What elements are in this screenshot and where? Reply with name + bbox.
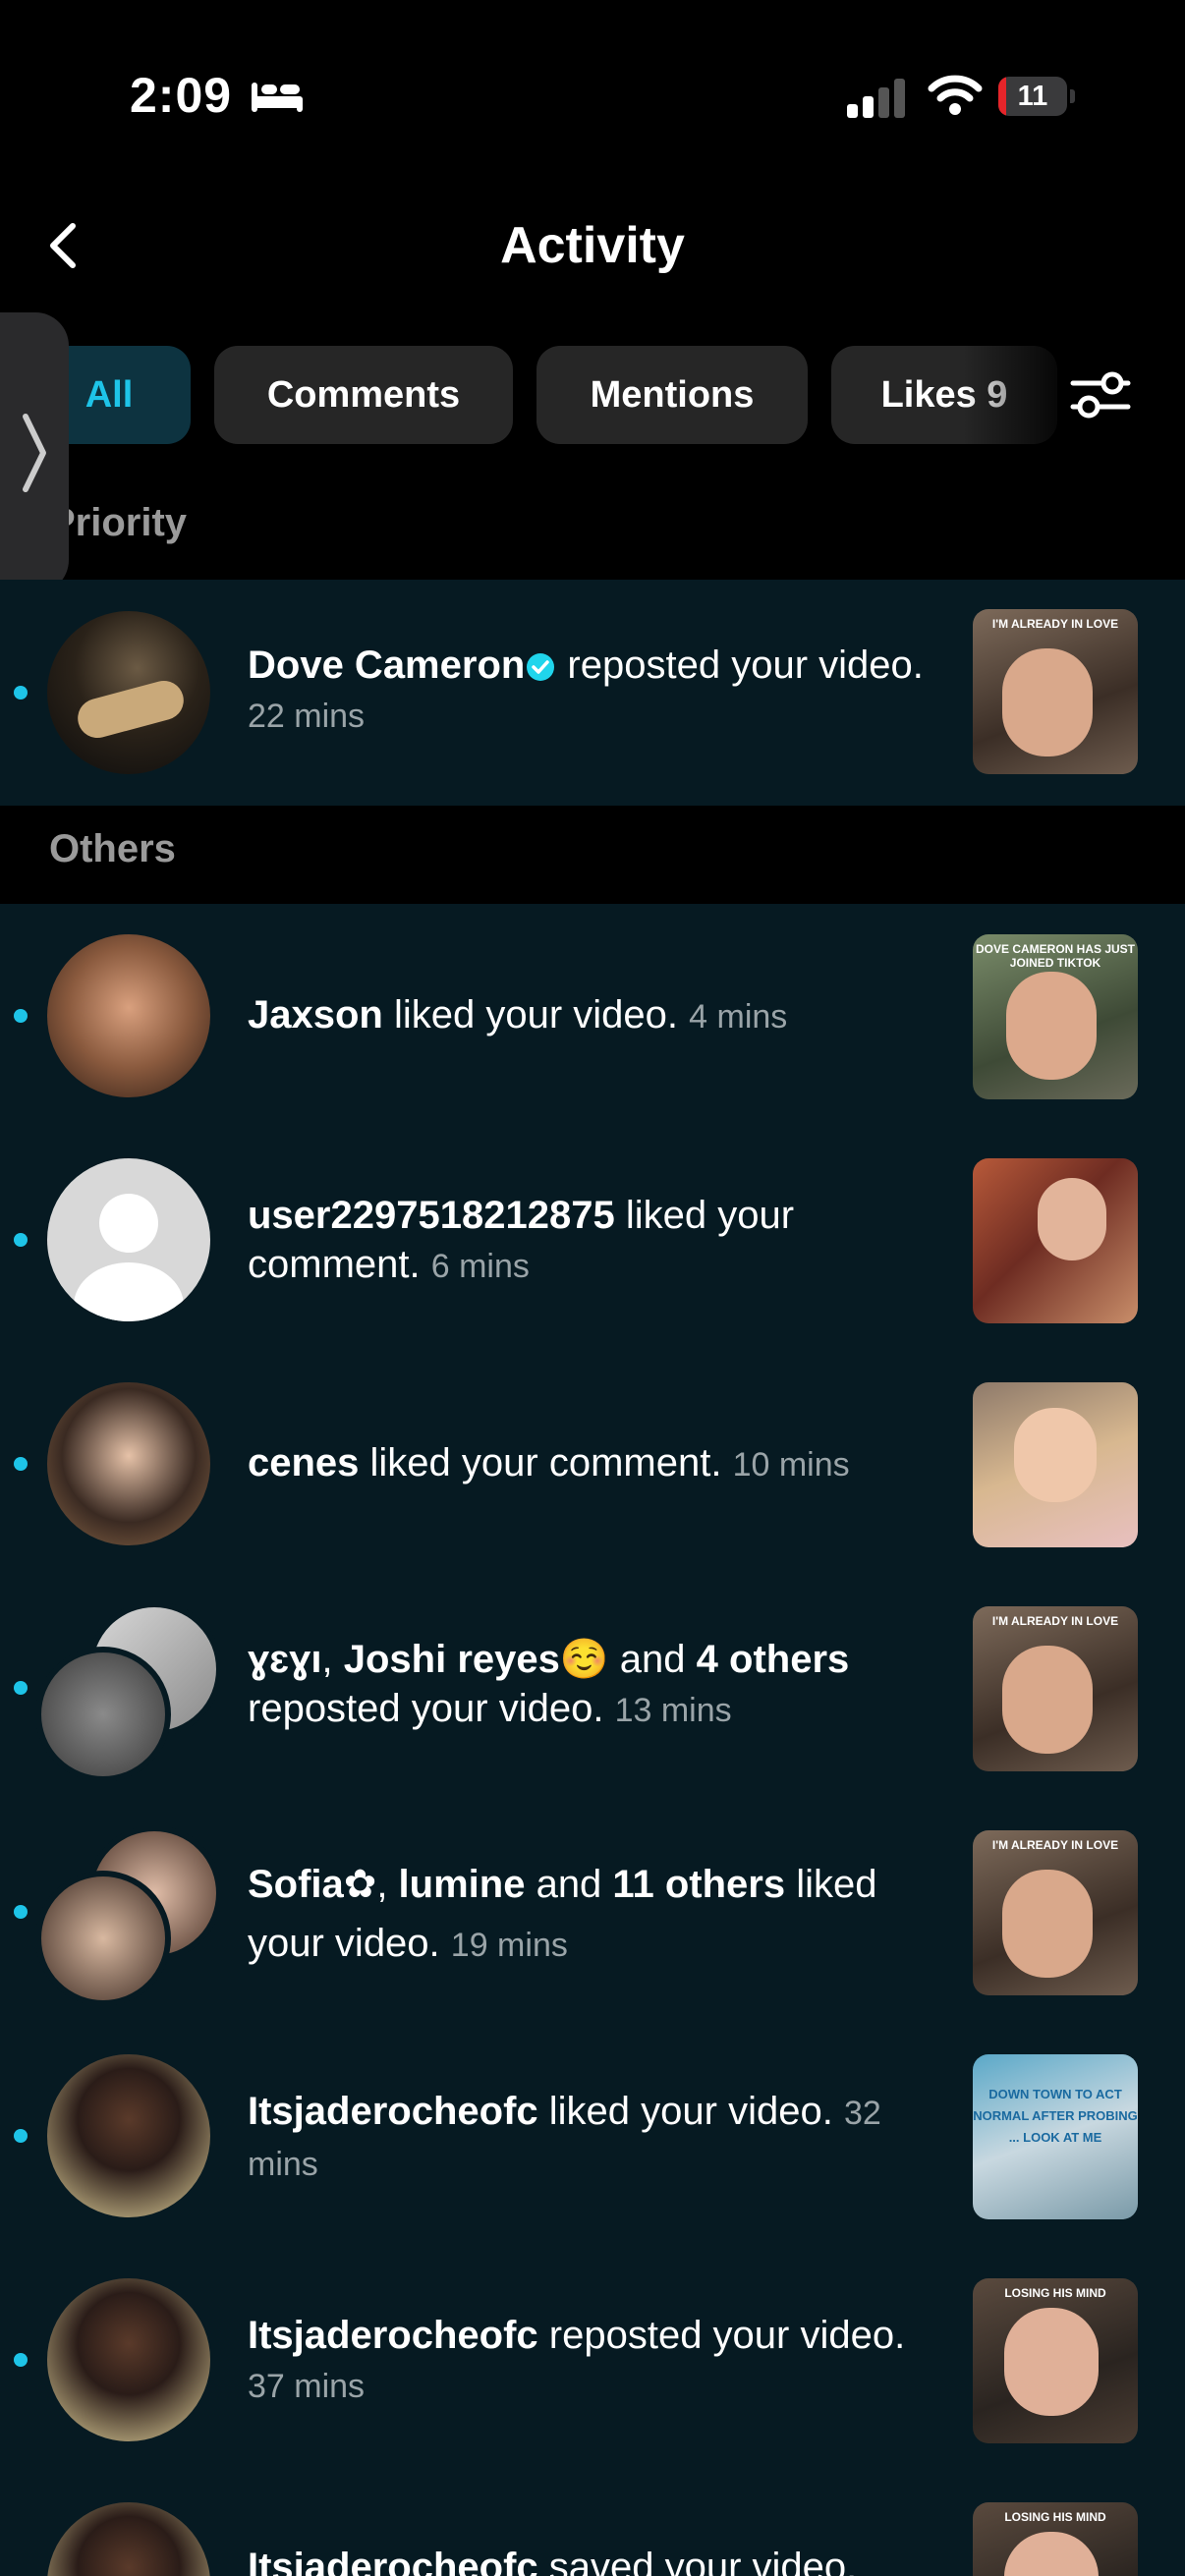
time-ago: 19 mins <box>450 1927 568 1964</box>
bed-icon <box>252 83 303 112</box>
time-ago: 22 mins <box>248 698 366 735</box>
avatar[interactable] <box>47 2278 210 2441</box>
battery-percent: 11 <box>1017 81 1048 112</box>
avatar[interactable] <box>47 611 210 774</box>
unread-dot <box>14 1009 28 1023</box>
avatar[interactable] <box>47 2502 210 2576</box>
video-thumbnail[interactable] <box>973 1382 1138 1547</box>
video-thumbnail[interactable]: I'M ALREADY IN LOVE <box>973 609 1138 774</box>
username-link[interactable]: Itsjaderocheofc <box>248 2314 538 2357</box>
notification-row[interactable]: Dove Cameron reposted your video. 22 min… <box>0 580 1185 806</box>
notification-row[interactable]: Jaxson liked your video. 4 mins DOVE CAM… <box>0 904 1185 1128</box>
others-link[interactable]: 4 others <box>697 1638 850 1681</box>
wifi-icon <box>928 75 983 115</box>
video-thumbnail[interactable] <box>973 1158 1138 1323</box>
username-link[interactable]: Sofia✿ <box>248 1863 376 1906</box>
username-link[interactable]: Joshi reyes☺️ <box>344 1638 609 1681</box>
username-link[interactable]: Jaxson <box>248 993 383 1036</box>
username-link[interactable]: Itsjaderocheofc <box>248 2546 538 2576</box>
filter-tabs: All Comments Mentions Likes 9 <box>0 346 1185 444</box>
avatar[interactable] <box>47 1158 210 1321</box>
notification-row[interactable]: Itsjaderocheofc saved your video. LOSING… <box>0 2472 1185 2576</box>
username-link[interactable]: ɣɛɣı <box>248 1638 322 1681</box>
section-header-priority: Priority <box>49 501 188 544</box>
time-ago: 37 mins <box>248 2368 366 2405</box>
notification-row[interactable]: ɣɛɣı, Joshi reyes☺️ and 4 others reposte… <box>0 1576 1185 1800</box>
unread-dot <box>14 686 28 700</box>
notification-row[interactable]: Itsjaderocheofc liked your video. 32 min… <box>0 2024 1185 2248</box>
battery-indicator: 11 <box>998 77 1075 116</box>
side-drawer-handle[interactable] <box>0 312 69 593</box>
unread-dot <box>14 1681 28 1695</box>
notification-row[interactable]: Sofia✿, lumine and 11 others liked your … <box>0 1800 1185 2024</box>
time-ago: 6 mins <box>430 1248 530 1285</box>
video-thumbnail[interactable]: LOSING HIS MIND <box>973 2502 1138 2576</box>
status-bar: 2:09 11 <box>0 0 1185 187</box>
notification-text: Sofia✿, lumine and 11 others liked your … <box>248 1863 877 1965</box>
avatar[interactable] <box>47 934 210 1097</box>
avatar[interactable] <box>35 1871 171 2006</box>
default-avatar-icon <box>74 1194 184 1321</box>
tab-comments[interactable]: Comments <box>214 346 513 444</box>
time-ago: 13 mins <box>614 1692 732 1729</box>
notification-text: ɣɛɣı, Joshi reyes☺️ and 4 others reposte… <box>248 1638 850 1730</box>
username-link[interactable]: user2297518212875 <box>248 1194 615 1237</box>
time-ago: 4 mins <box>689 998 788 1036</box>
username-link[interactable]: Itsjaderocheofc <box>248 2090 538 2133</box>
username-link[interactable]: Dove Cameron <box>248 644 525 687</box>
notification-text: Itsjaderocheofc saved your video. <box>248 2543 935 2576</box>
page-title: Activity <box>500 217 685 274</box>
avatar[interactable] <box>47 2054 210 2217</box>
unread-dot <box>14 2129 28 2143</box>
username-link[interactable]: lumine <box>399 1863 526 1906</box>
video-thumbnail[interactable]: DOVE CAMERON HAS JUST JOINED TIKTOK <box>973 934 1138 1099</box>
nav-header: Activity <box>0 187 1185 314</box>
chevron-right-icon <box>23 414 46 492</box>
notification-row[interactable]: Itsjaderocheofc reposted your video. 37 … <box>0 2248 1185 2472</box>
notification-text: Jaxson liked your video. 4 mins <box>248 993 788 1036</box>
notification-row[interactable]: user2297518212875 liked your comment. 6 … <box>0 1128 1185 1352</box>
tab-mentions[interactable]: Mentions <box>536 346 808 444</box>
notification-row[interactable]: cenes liked your comment. 10 mins <box>0 1352 1185 1576</box>
notification-text: Itsjaderocheofc liked your video. 32 min… <box>248 2090 881 2183</box>
video-thumbnail[interactable]: I'M ALREADY IN LOVE <box>973 1606 1138 1771</box>
video-thumbnail[interactable]: DOWN TOWN TO ACT NORMAL AFTER PROBING ..… <box>973 2054 1138 2219</box>
video-thumbnail[interactable]: LOSING HIS MIND <box>973 2278 1138 2443</box>
notification-text: cenes liked your comment. 10 mins <box>248 1441 850 1484</box>
avatar[interactable] <box>47 1382 210 1545</box>
time-ago: 10 mins <box>732 1446 850 1484</box>
verified-badge-icon <box>527 653 555 682</box>
filter-sliders-icon[interactable] <box>1051 346 1150 444</box>
unread-dot <box>14 2353 28 2367</box>
notification-text: Dove Cameron reposted your video. 22 min… <box>248 644 924 735</box>
notification-text: user2297518212875 liked your comment. 6 … <box>248 1194 795 1286</box>
section-header-others: Others <box>49 827 176 870</box>
unread-dot <box>14 1905 28 1919</box>
cellular-signal-icon <box>847 79 905 118</box>
unread-dot <box>14 1233 28 1247</box>
notification-text: Itsjaderocheofc reposted your video. 37 … <box>248 2314 906 2405</box>
video-thumbnail[interactable]: I'M ALREADY IN LOVE <box>973 1830 1138 1995</box>
username-link[interactable]: cenes <box>248 1441 359 1484</box>
unread-dot <box>14 1457 28 1471</box>
avatar[interactable] <box>35 1647 171 1782</box>
status-time: 2:09 <box>130 68 233 123</box>
others-link[interactable]: 11 others <box>612 1863 785 1906</box>
